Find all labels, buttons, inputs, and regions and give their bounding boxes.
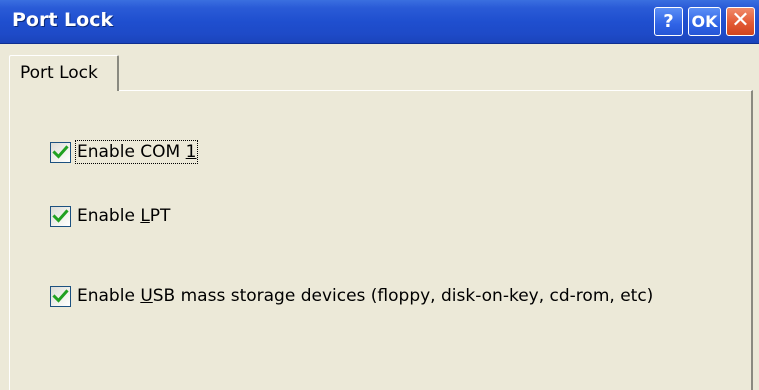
enable-com1-option[interactable]: Enable COM 1 [50,140,199,164]
enable-usb-option[interactable]: Enable USB mass storage devices (floppy,… [50,284,653,308]
enable-com1-checkbox[interactable] [50,141,71,163]
checkmark-icon [52,144,69,159]
tab-panel [9,90,753,390]
checkmark-icon [52,208,69,223]
enable-usb-label: Enable USB mass storage devices (floppy,… [77,286,654,306]
close-icon: ✕ [731,8,750,33]
port-lock-window: Port Lock ? OK ✕ Port Lock Enable COM 1 … [0,0,759,390]
enable-com1-text: Enable COM 1 [77,142,197,162]
window-title: Port Lock [12,9,114,31]
enable-lpt-option[interactable]: Enable LPT [50,204,170,228]
checkmark-icon [52,288,69,303]
tab-port-lock[interactable]: Port Lock [9,55,119,91]
tab-label: Port Lock [20,63,98,83]
ok-button[interactable]: OK [688,7,721,36]
close-button[interactable]: ✕ [726,7,755,36]
enable-usb-checkbox[interactable] [50,285,71,307]
help-button[interactable]: ? [654,7,683,36]
enable-lpt-label: Enable LPT [77,206,171,226]
enable-lpt-checkbox[interactable] [50,205,71,227]
enable-com1-label: Enable COM 1 [74,140,199,164]
title-bar[interactable]: Port Lock ? OK ✕ [0,0,759,44]
help-icon: ? [663,11,674,32]
